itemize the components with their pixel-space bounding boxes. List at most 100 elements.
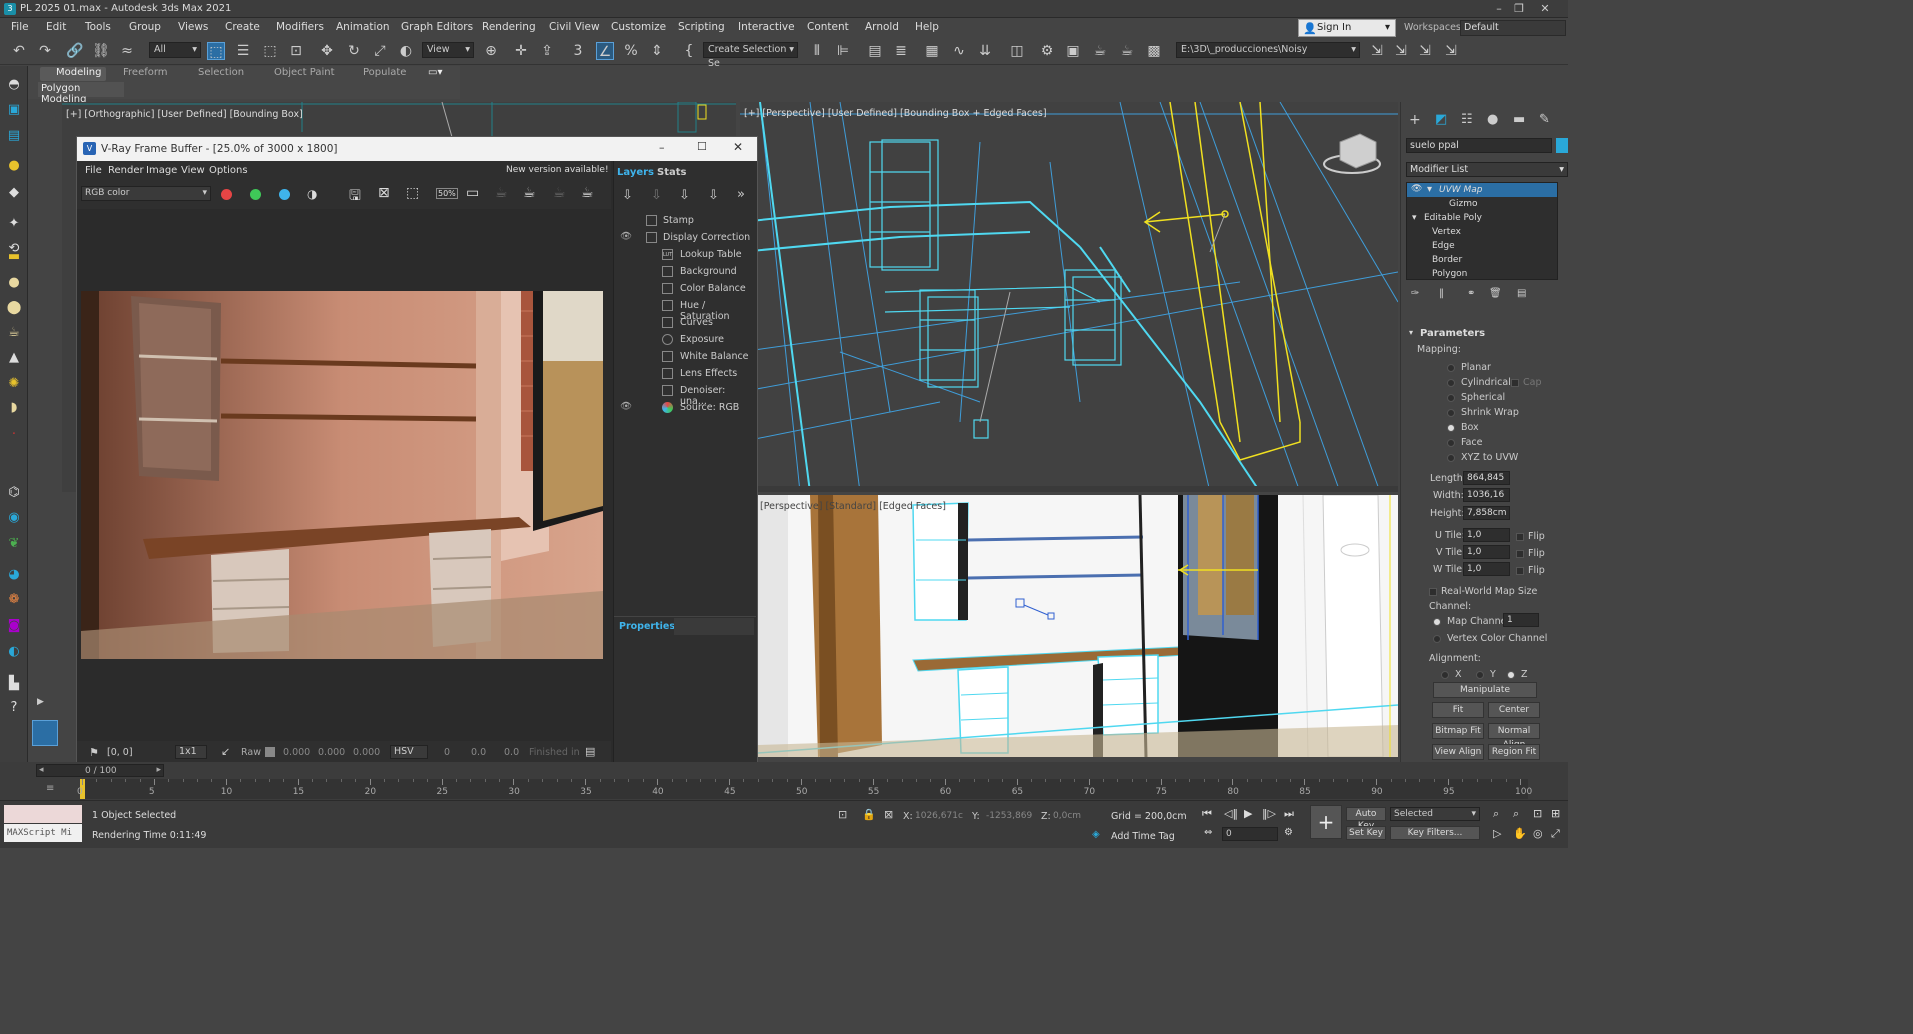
zoom-extents-all-icon[interactable]: ⊞ [1551,807,1560,820]
tab-modeling[interactable]: Modeling [56,67,102,78]
time-slider-next[interactable]: ▸ [156,765,161,775]
viewport-perspective-label[interactable]: [+] [Perspective] [User Defined] [Boundi… [744,108,1047,119]
layer-item[interactable]: Hue / Saturation [614,297,754,322]
prev-frame-icon[interactable]: ◁‖ [1224,807,1238,820]
move-icon[interactable]: ✥ [318,42,336,60]
ribbon-toggle-icon[interactable]: ▦ [923,42,941,60]
object-color-swatch[interactable] [1556,138,1568,153]
viewport-perspective[interactable]: [+] [Perspective] [User Defined] [Boundi… [740,102,1398,492]
curve-editor-icon[interactable]: ∿ [950,42,968,60]
view-align-button[interactable]: View Align [1432,744,1484,760]
render-iterative-icon[interactable]: ☕ [1118,42,1136,60]
load-layers-icon[interactable]: ⇩ [708,188,719,203]
menu-file[interactable]: File [11,21,29,33]
play-icon[interactable]: ▶ [1244,807,1252,820]
maximize-viewport-icon[interactable]: ⤢ [1551,827,1560,841]
tab-freeform[interactable]: Freeform [123,67,168,78]
motion-tab-icon[interactable]: ● [1487,112,1498,127]
map-channel-radio[interactable]: Map Channel: [1433,616,1512,627]
key-mode-dropdown[interactable]: Selected ▾ [1390,807,1480,821]
render-grid-icon[interactable]: ▩ [1145,42,1163,60]
maxscript-mini-listener[interactable]: MAXScript Mi [4,824,82,842]
time-slider-prev[interactable]: ◂ [39,765,44,775]
ribbon-options-icon[interactable]: ▭▾ [428,67,442,78]
layer-explorer-icon[interactable]: ≣ [892,42,910,60]
vfb-menu-render[interactable]: Render [108,165,144,176]
alpha-channel-icon[interactable]: ◑ [307,187,317,201]
light-icon[interactable]: ● [5,157,23,175]
viewcube-icon[interactable] [1320,132,1380,182]
layer-item[interactable]: Background [614,263,754,280]
snapshot-icon[interactable]: ⌬ [5,484,23,502]
fit-icon[interactable]: ▭ [466,185,479,201]
project-path-dropdown[interactable]: E:\3D\_producciones\Noisy ▾ [1176,42,1360,58]
layer-item[interactable]: Color Balance [614,280,754,297]
chevron-down-icon[interactable]: ▾ [1412,213,1417,223]
globe-icon[interactable]: ◉ [5,509,23,527]
display-icon[interactable]: ▤ [5,127,23,145]
sphere-icon[interactable]: ● [5,274,23,292]
rendered-frame-icon[interactable]: ▣ [1064,42,1082,60]
real-world-map-size-checkbox[interactable]: Real-World Map Size [1429,586,1537,597]
link-icon[interactable]: 🔗 [66,42,84,60]
menu-customize[interactable]: Customize [611,21,666,33]
vfb-ratio-dropdown[interactable]: 1x1 [175,745,207,759]
render-setup-icon[interactable]: ⚙ [1038,42,1056,60]
u-flip-checkbox[interactable]: Flip [1516,531,1545,542]
scale-icon[interactable]: ⤢ [371,42,389,60]
v-flip-checkbox[interactable]: Flip [1516,548,1545,559]
vfb-menu-options[interactable]: Options [209,165,248,176]
absolute-mode-icon[interactable]: ⊠ [884,808,893,821]
panel-divider[interactable] [614,616,756,617]
pan-icon[interactable]: ✋ [1513,827,1527,840]
expand-arrow-icon[interactable]: ▶ [37,697,49,709]
remove-modifier-icon[interactable]: 🗑 [1489,288,1502,299]
build-icon[interactable]: ▙ [5,675,23,693]
helper-icon[interactable]: ✦ [5,215,23,233]
material-editor-icon[interactable]: ◫ [1008,42,1026,60]
sun-icon[interactable]: ✺ [5,375,23,393]
map-channel-spinner[interactable]: 1 [1503,613,1539,627]
fit-button[interactable]: Fit [1432,702,1484,718]
eye-icon[interactable]: 👁 [620,401,632,412]
show-end-result-icon[interactable]: ‖ [1439,288,1444,299]
box-icon[interactable]: ▬ [5,248,23,266]
track-bar-icon[interactable]: ≡ [46,783,54,794]
current-frame-field[interactable]: 0 [1222,827,1278,841]
reference-coord-dropdown[interactable]: View ▾ [422,42,474,58]
goto-end-icon[interactable]: ⏭ [1284,807,1294,821]
layer-item[interactable]: Stamp [614,212,754,229]
stack-item-polygon[interactable]: Polygon [1432,269,1467,279]
bind-space-warp-icon[interactable]: ≈ [118,42,136,60]
create-tab-icon[interactable]: + [1409,112,1421,128]
blue-channel-button[interactable] [279,189,290,200]
parameters-rollout-title[interactable]: Parameters [1420,328,1485,339]
mapping-planar[interactable]: Planar [1447,362,1491,373]
key-filters-button[interactable]: Key Filters... [1390,826,1480,840]
tab-populate[interactable]: Populate [363,67,406,78]
more-icon[interactable]: » [737,187,745,202]
layer-item[interactable]: 👁 Source: RGB [614,399,754,416]
manipulate-button[interactable]: Manipulate [1433,682,1537,698]
chevron-down-icon[interactable]: ▾ [1427,184,1432,195]
delete-layer-icon[interactable]: ⇩ [651,188,662,203]
display-tab-icon[interactable]: ▬ [1513,112,1525,127]
v-tile-spinner[interactable]: 1,0 [1463,545,1510,559]
hierarchy-tab-icon[interactable]: ☷ [1461,112,1473,127]
layer-item[interactable]: Lens Effects [614,365,754,382]
mapping-spherical[interactable]: Spherical [1447,392,1505,403]
menu-modifiers[interactable]: Modifiers [276,21,324,33]
tab-layers[interactable]: Layers [617,167,654,178]
object-name-field[interactable]: suelo ppal [1406,138,1552,153]
layer-item[interactable]: White Balance [614,348,754,365]
unlink-icon[interactable]: ⛓ [92,42,110,60]
set-key-big-button[interactable]: + [1310,805,1342,839]
undo-icon[interactable]: ↶ [10,42,28,60]
utilities-tab-icon[interactable]: ✎ [1539,112,1550,127]
lock-selection-icon[interactable]: 🔒 [862,808,876,821]
eye-icon[interactable]: 👁 [1411,184,1422,194]
window-crossing-icon[interactable]: ⊡ [287,42,305,60]
region-fit-button[interactable]: Region Fit [1488,744,1540,760]
time-config-icon[interactable]: ⚙ [1284,827,1293,838]
vfb-menu-file[interactable]: File [85,165,102,176]
